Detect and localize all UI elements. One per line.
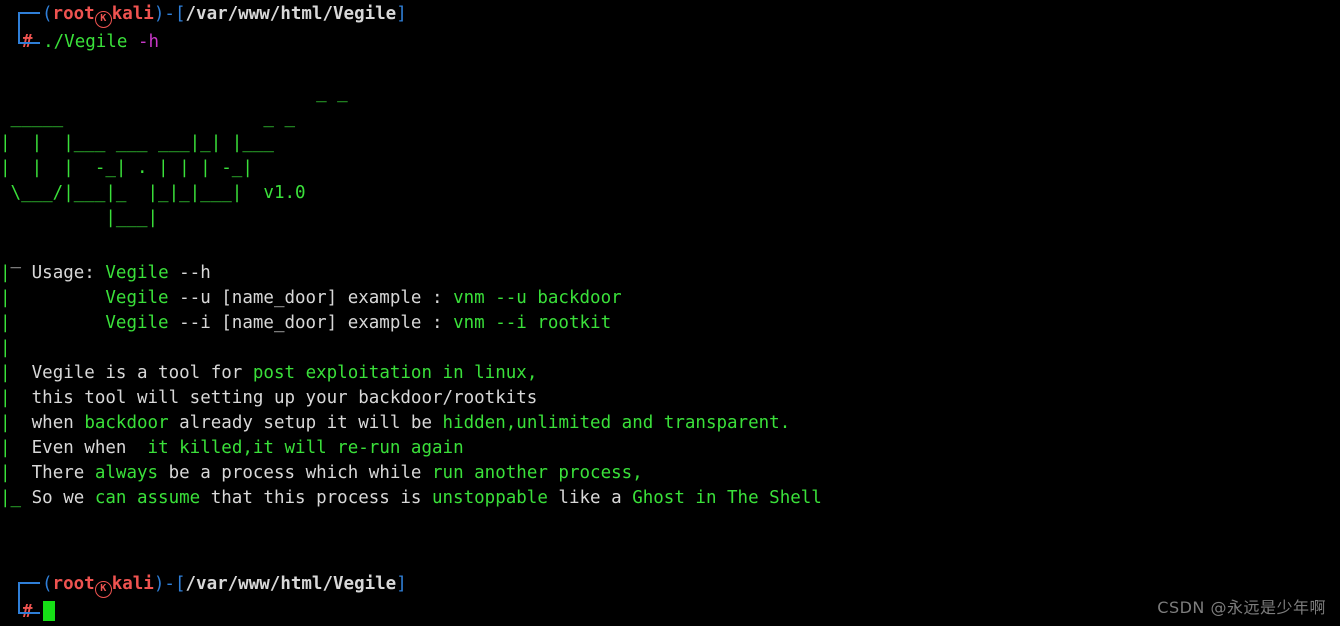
- desc-6-plain1: So we: [31, 488, 95, 508]
- usage-label: Usage:: [31, 263, 95, 283]
- desc-1-plain1: Vegile is a tool for: [31, 363, 253, 383]
- command-flag: -h: [137, 32, 160, 52]
- desc-line-1: | Vegile is a tool for post exploitation…: [0, 361, 1340, 386]
- kali-logo-icon: K: [94, 581, 112, 598]
- desc-4-hl1: it killed,it will re-run again: [147, 438, 464, 458]
- prompt-bracket-close: ]: [396, 574, 407, 594]
- prompt-dash: -: [164, 574, 175, 594]
- desc-6-hl3: Ghost in The Shell: [632, 488, 822, 508]
- prompt-bottom-command-line[interactable]: #: [0, 598, 1340, 626]
- gutter-pipe: |: [0, 363, 11, 383]
- gutter-pipe: |: [0, 413, 11, 433]
- prompt-user: root: [52, 4, 95, 24]
- desc-6-hl1: can assume: [94, 488, 201, 508]
- prompt-elbow-icon: [18, 12, 40, 44]
- desc-5-hl1: always: [94, 463, 159, 483]
- banner-line-1: _____ _ _: [0, 108, 296, 128]
- usage-example-1: vnm --u backdoor: [453, 288, 622, 308]
- usage-example-2: vnm --i rootkit: [453, 313, 612, 333]
- desc-line-2: | this tool will setting up your backdoo…: [0, 386, 1340, 411]
- desc-6-plain3: like a: [547, 488, 633, 508]
- desc-3-hl2: hidden,unlimited and transparent.: [442, 413, 791, 433]
- gutter-pipe: |: [0, 463, 11, 483]
- desc-5-plain1: There: [31, 463, 95, 483]
- prompt-host: kali: [111, 574, 154, 594]
- banner-line-4: \___/|___|_ |_|_|___| v1.0: [0, 183, 306, 203]
- usage-line-u: | Vegile --u [name_door] example : vnm -…: [0, 286, 1340, 311]
- desc-3-plain2: already setup it will be: [168, 413, 443, 433]
- prompt-user: root: [52, 574, 95, 594]
- desc-line-3: | when backdoor already setup it will be…: [0, 411, 1340, 436]
- help-body: _ | Usage: Vegile --h | Vegile --u [name…: [0, 247, 1340, 511]
- command-text: ./Vegile: [43, 32, 128, 52]
- gutter-bottom: |_: [0, 488, 32, 508]
- prompt-top-command-line: # ./Vegile -h: [0, 28, 1340, 56]
- desc-3-hl1: backdoor: [84, 413, 169, 433]
- prompt-host: kali: [111, 4, 154, 24]
- banner-line-3: | | | -_| . | | | -_|: [0, 158, 253, 178]
- desc-1-hl1: post exploitation in linux,: [252, 363, 538, 383]
- prompt-path: /var/www/html/Vegile: [185, 574, 397, 594]
- desc-6-hl2: unstoppable: [431, 488, 548, 508]
- terminal-window: (root Kkali)-[/var/www/html/Vegile] # ./V…: [0, 0, 1340, 626]
- gutter-pipe: |: [0, 388, 11, 408]
- prompt-bracket-open: [: [174, 574, 186, 594]
- desc-5-plain2: be a process which while: [158, 463, 432, 483]
- prompt-paren-open: (: [42, 4, 53, 24]
- gutter-top-tick-line: _: [0, 247, 1340, 269]
- usage-blank-line: |: [0, 336, 1340, 361]
- usage-cmd-1: Vegile: [105, 288, 169, 308]
- prompt-dash: -: [164, 4, 175, 24]
- usage-args-1: --u [name_door] example :: [168, 288, 454, 308]
- desc-4-plain1: Even when: [31, 438, 148, 458]
- gutter-pipe: |: [0, 313, 11, 333]
- gutter-pipe: |: [0, 263, 11, 283]
- banner-line-2: | | |___ ___ ___|_| |___: [0, 133, 274, 153]
- prompt-paren-close: ): [153, 4, 165, 24]
- desc-5-hl2: run another process,: [432, 463, 643, 483]
- desc-line-6: |_ So we can assume that this process is…: [0, 486, 1340, 511]
- desc-3-plain1: when: [31, 413, 85, 433]
- prompt-bracket-open: [: [174, 4, 186, 24]
- gutter-pipe: |: [0, 438, 11, 458]
- desc-line-5: | There always be a process which while …: [0, 461, 1340, 486]
- usage-line-h: | Usage: Vegile --h: [0, 261, 1340, 286]
- prompt-top: (root Kkali)-[/var/www/html/Vegile] # ./V…: [0, 0, 1340, 56]
- watermark: CSDN @永远是少年啊: [1157, 598, 1326, 617]
- desc-line-4: | Even when it killed,it will re-run aga…: [0, 436, 1340, 461]
- prompt-bottom[interactable]: (root Kkali)-[/var/www/html/Vegile] #: [0, 570, 1340, 626]
- usage-cmd-2: Vegile: [105, 313, 169, 333]
- usage-args-0: --h: [168, 263, 211, 283]
- desc-6-plain2: that this process is: [200, 488, 432, 508]
- banner-version: v1.0: [263, 183, 306, 203]
- usage-args-2: --i [name_door] example :: [168, 313, 454, 333]
- usage-cmd-0: Vegile: [105, 263, 169, 283]
- prompt-elbow-icon: [18, 582, 40, 614]
- ascii-banner: _ _ _____ _ _ | | |___ ___ ___|_| |___ |…: [0, 81, 1340, 231]
- text-cursor[interactable]: [43, 601, 56, 621]
- desc-2-plain1: this tool will setting up your backdoor/…: [31, 388, 538, 408]
- banner-line-0: _ _: [0, 83, 348, 103]
- prompt-bracket-close: ]: [396, 4, 407, 24]
- prompt-top-line: (root Kkali)-[/var/www/html/Vegile]: [0, 0, 1340, 28]
- prompt-path: /var/www/html/Vegile: [185, 4, 397, 24]
- gutter-pipe: |: [0, 288, 11, 308]
- usage-line-i: | Vegile --i [name_door] example : vnm -…: [0, 311, 1340, 336]
- prompt-bottom-line: (root Kkali)-[/var/www/html/Vegile]: [0, 570, 1340, 598]
- prompt-paren-open: (: [42, 574, 53, 594]
- gutter-pipe: |: [0, 338, 11, 358]
- kali-logo-icon: K: [94, 11, 112, 28]
- prompt-paren-close: ): [153, 574, 165, 594]
- banner-line-5: |___|: [0, 208, 159, 228]
